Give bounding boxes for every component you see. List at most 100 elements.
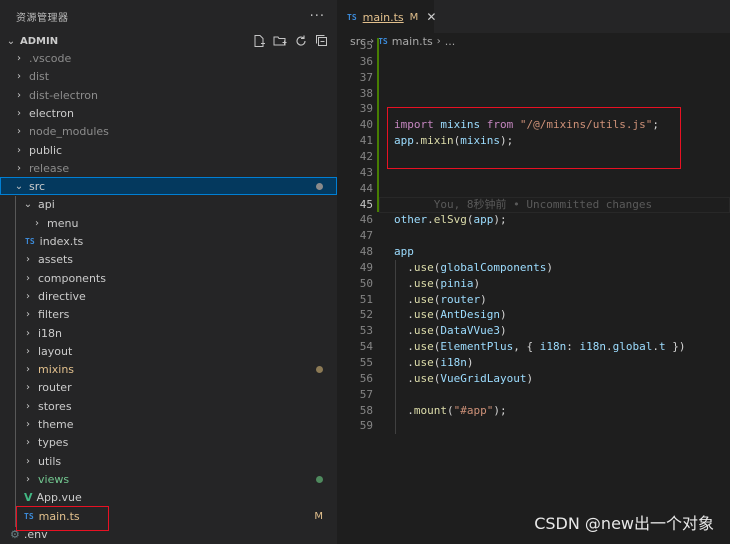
- tree-item-label: i18n: [38, 326, 63, 340]
- chevron-down-icon: ⌄: [23, 198, 33, 210]
- typescript-file-icon: TS: [25, 236, 35, 246]
- code-line: .use(router): [394, 292, 487, 308]
- collapse-all-icon[interactable]: [315, 34, 329, 48]
- code-line: .use(AntDesign): [394, 307, 506, 323]
- code-token: globalComponents: [440, 261, 547, 274]
- code-token: use: [413, 293, 434, 306]
- line-number: 56: [359, 372, 373, 385]
- tree-item[interactable]: › directive: [0, 287, 337, 305]
- code-token: router: [440, 293, 481, 306]
- tree-item[interactable]: › components: [0, 269, 337, 287]
- chevron-right-icon: ›: [17, 125, 21, 137]
- tree-item[interactable]: ⌄ api: [0, 195, 337, 213]
- chevron-right-icon: ›: [26, 436, 30, 448]
- tree-item[interactable]: › assets: [0, 250, 337, 268]
- code-token: .: [427, 213, 434, 226]
- code-token: );: [493, 404, 507, 417]
- line-number: 40: [359, 118, 373, 131]
- code-token: AntDesign: [440, 308, 500, 321]
- line-number: 55: [359, 356, 373, 369]
- code-token: );: [493, 213, 507, 226]
- tree-item-label: directive: [38, 289, 86, 303]
- tree-item[interactable]: › public: [0, 141, 337, 159]
- tree-item[interactable]: › utils: [0, 452, 337, 470]
- code-token: elSvg: [433, 213, 467, 226]
- tab-bar: TS main.ts M ✕: [337, 0, 730, 33]
- tree-item[interactable]: › filters: [0, 305, 337, 323]
- tree-item[interactable]: ⌄ src: [0, 177, 337, 195]
- tab-modified-badge: M: [409, 11, 419, 23]
- new-folder-icon[interactable]: [273, 34, 287, 48]
- line-number: 38: [359, 87, 373, 100]
- tree-item[interactable]: › views: [0, 470, 337, 488]
- code-token: ): [480, 293, 487, 306]
- project-header[interactable]: ⌄ ADMIN: [0, 32, 337, 50]
- tree-item[interactable]: › layout: [0, 342, 337, 360]
- chevron-down-icon: ⌄: [6, 35, 16, 47]
- tab-main-ts[interactable]: TS main.ts M ✕: [337, 0, 436, 33]
- code-token: (: [466, 213, 474, 226]
- tree-item[interactable]: › .vscode: [0, 49, 337, 67]
- indent-guide: [395, 260, 396, 434]
- tree-item[interactable]: V App.vue: [0, 488, 337, 506]
- breadcrumb-file[interactable]: main.ts: [392, 35, 433, 48]
- tree-item-label: views: [38, 472, 70, 486]
- tree-item[interactable]: › i18n: [0, 324, 337, 342]
- code-line: .use(pinia): [394, 276, 480, 292]
- tree-item[interactable]: › menu: [0, 214, 337, 232]
- code-token: global: [612, 340, 653, 353]
- tree-item-label: App.vue: [36, 490, 82, 504]
- breadcrumb: src › TS main.ts › ...: [337, 33, 730, 50]
- explorer-sidebar: 资源管理器 ··· ⌄ ADMIN › .vscode › dist › dist-ele…: [0, 0, 337, 544]
- tree-item[interactable]: › electron: [0, 104, 337, 122]
- refresh-icon[interactable]: [294, 34, 308, 48]
- line-number: 59: [359, 419, 373, 432]
- chevron-right-icon: ›: [35, 217, 39, 229]
- chevron-right-icon: ›: [17, 70, 21, 82]
- code-token: ): [473, 277, 481, 290]
- tree-item[interactable]: › dist-electron: [0, 86, 337, 104]
- git-added-gutter: [377, 38, 379, 212]
- tree-item-label: filters: [38, 307, 70, 321]
- tree-item-label: stores: [38, 399, 72, 413]
- breadcrumb-symbols[interactable]: ...: [445, 35, 456, 48]
- tab-label: main.ts: [362, 10, 404, 24]
- code-token: .: [394, 261, 414, 274]
- chevron-right-icon: ›: [17, 162, 21, 174]
- line-number: 58: [359, 404, 373, 417]
- line-number: 44: [359, 182, 373, 195]
- project-actions: [252, 34, 337, 48]
- tree-item[interactable]: › mixins: [0, 360, 337, 378]
- tree-item-label: router: [38, 380, 72, 394]
- tree-item[interactable]: › theme: [0, 415, 337, 433]
- tree-item[interactable]: › types: [0, 433, 337, 451]
- tree-item[interactable]: › router: [0, 378, 337, 396]
- code-token: t: [658, 340, 666, 353]
- status-dot: [316, 475, 323, 483]
- tree-item-label: index.ts: [39, 234, 84, 248]
- tree-item-label: public: [29, 143, 63, 157]
- new-file-icon[interactable]: [252, 34, 266, 48]
- tree-item[interactable]: › stores: [0, 397, 337, 415]
- ellipsis-icon[interactable]: ···: [310, 9, 325, 24]
- code-token: .: [394, 308, 414, 321]
- chevron-right-icon: ›: [26, 308, 30, 320]
- chevron-down-icon: ⌄: [14, 180, 24, 192]
- tree-item[interactable]: › dist: [0, 67, 337, 85]
- tree-item-label: release: [29, 161, 70, 175]
- line-number: 43: [359, 166, 373, 179]
- code-token: use: [413, 308, 434, 321]
- close-icon[interactable]: ✕: [426, 10, 436, 24]
- tree-item-label: api: [38, 197, 55, 211]
- code-token: app: [394, 245, 414, 258]
- tree-item[interactable]: › node_modules: [0, 122, 337, 140]
- line-number: 49: [359, 261, 373, 274]
- code-line: .use(VueGridLayout): [394, 371, 533, 387]
- line-number: 46: [359, 213, 373, 226]
- tree-item[interactable]: TS index.ts: [0, 232, 337, 250]
- line-number: 37: [359, 71, 373, 84]
- tree-item[interactable]: › release: [0, 159, 337, 177]
- tree-item-label: assets: [38, 252, 74, 266]
- line-number: 42: [359, 150, 373, 163]
- line-number: 53: [359, 324, 373, 337]
